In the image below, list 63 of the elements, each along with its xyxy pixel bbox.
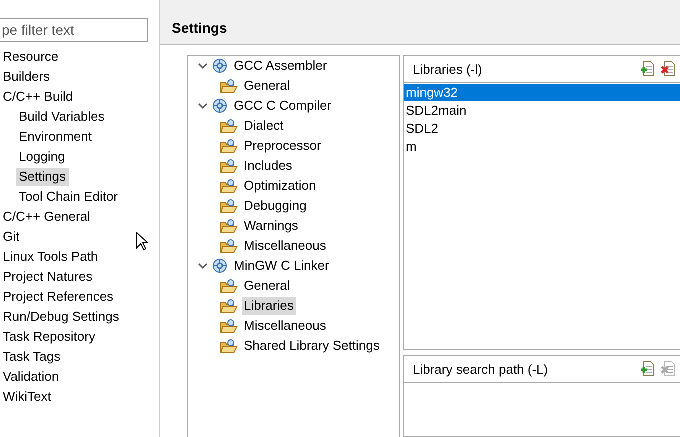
panel-title: Libraries (-l) bbox=[413, 62, 484, 76]
panel-title: Library search path (-L) bbox=[413, 362, 550, 376]
chevron-down-icon[interactable] bbox=[198, 261, 208, 271]
sidebar-item[interactable]: C/C++ Build bbox=[0, 88, 76, 106]
sidebar-item[interactable]: Build Variables bbox=[16, 108, 108, 126]
folder-icon bbox=[220, 78, 238, 94]
sidebar-item[interactable]: Environment bbox=[16, 128, 95, 146]
sidebar-item[interactable]: Task Repository bbox=[0, 328, 98, 346]
chevron-down-icon[interactable] bbox=[198, 101, 208, 111]
sidebar-item[interactable]: Linux Tools Path bbox=[0, 248, 102, 266]
gear-icon bbox=[212, 258, 228, 274]
folder-icon bbox=[220, 338, 238, 354]
folder-icon bbox=[220, 138, 238, 154]
tree-item[interactable]: Miscellaneous bbox=[242, 317, 328, 335]
add-icon[interactable] bbox=[639, 61, 655, 77]
sidebar-item[interactable]: Settings bbox=[16, 168, 69, 186]
list-item[interactable]: m bbox=[404, 138, 680, 155]
gear-icon bbox=[212, 58, 228, 74]
folder-icon bbox=[220, 278, 238, 294]
folder-icon bbox=[220, 298, 238, 314]
chevron-down-icon[interactable] bbox=[198, 61, 208, 71]
sidebar-item[interactable]: Run/Debug Settings bbox=[0, 308, 122, 326]
sidebar-item[interactable]: Validation bbox=[0, 368, 62, 386]
tree-item[interactable]: Miscellaneous bbox=[242, 237, 328, 255]
add-icon[interactable] bbox=[639, 361, 655, 377]
tree-item[interactable]: Includes bbox=[242, 157, 294, 175]
tree-item[interactable]: GCC Assembler bbox=[232, 57, 330, 75]
sidebar-item[interactable]: Task Tags bbox=[0, 348, 64, 366]
folder-icon bbox=[220, 118, 238, 134]
folder-icon bbox=[220, 218, 238, 234]
sidebar-item[interactable]: Project References bbox=[0, 288, 117, 306]
tree-item[interactable]: Warnings bbox=[242, 217, 300, 235]
folder-icon bbox=[220, 178, 238, 194]
sidebar-item[interactable]: Project Natures bbox=[0, 268, 96, 286]
mouse-pointer-icon bbox=[136, 232, 148, 251]
sidebar-item[interactable]: C/C++ General bbox=[0, 208, 94, 226]
folder-icon bbox=[220, 318, 238, 334]
page-title: Settings bbox=[172, 20, 228, 36]
remove-icon[interactable] bbox=[660, 61, 676, 77]
filter-field[interactable]: pe filter text bbox=[0, 18, 148, 42]
tree-item[interactable]: MinGW C Linker bbox=[232, 257, 332, 275]
sidebar-item[interactable]: Builders bbox=[0, 68, 53, 86]
sidebar-item[interactable]: Resource bbox=[0, 48, 62, 66]
tree-item[interactable]: General bbox=[242, 277, 292, 295]
sidebar-item[interactable]: Tool Chain Editor bbox=[16, 188, 121, 206]
list-item[interactable]: mingw32 bbox=[404, 84, 680, 101]
list-item[interactable]: SDL2main bbox=[404, 102, 680, 119]
tree-item[interactable]: Optimization bbox=[242, 177, 318, 195]
sidebar-item[interactable]: Logging bbox=[16, 148, 68, 166]
tree-item[interactable]: Dialect bbox=[242, 117, 286, 135]
folder-icon bbox=[220, 238, 238, 254]
tree-item[interactable]: Preprocessor bbox=[242, 137, 324, 155]
list-item[interactable]: SDL2 bbox=[404, 120, 680, 137]
tree-item[interactable]: General bbox=[242, 77, 292, 95]
tree-item[interactable]: GCC C Compiler bbox=[232, 97, 334, 115]
tree-item[interactable]: Libraries bbox=[242, 297, 296, 315]
sidebar-item[interactable]: Git bbox=[0, 228, 23, 246]
folder-icon bbox=[220, 158, 238, 174]
tree-item[interactable]: Debugging bbox=[242, 197, 309, 215]
sidebar-item[interactable]: WikiText bbox=[0, 388, 54, 406]
tree-item[interactable]: Shared Library Settings bbox=[242, 337, 382, 355]
gear-icon bbox=[212, 98, 228, 114]
folder-icon bbox=[220, 198, 238, 214]
